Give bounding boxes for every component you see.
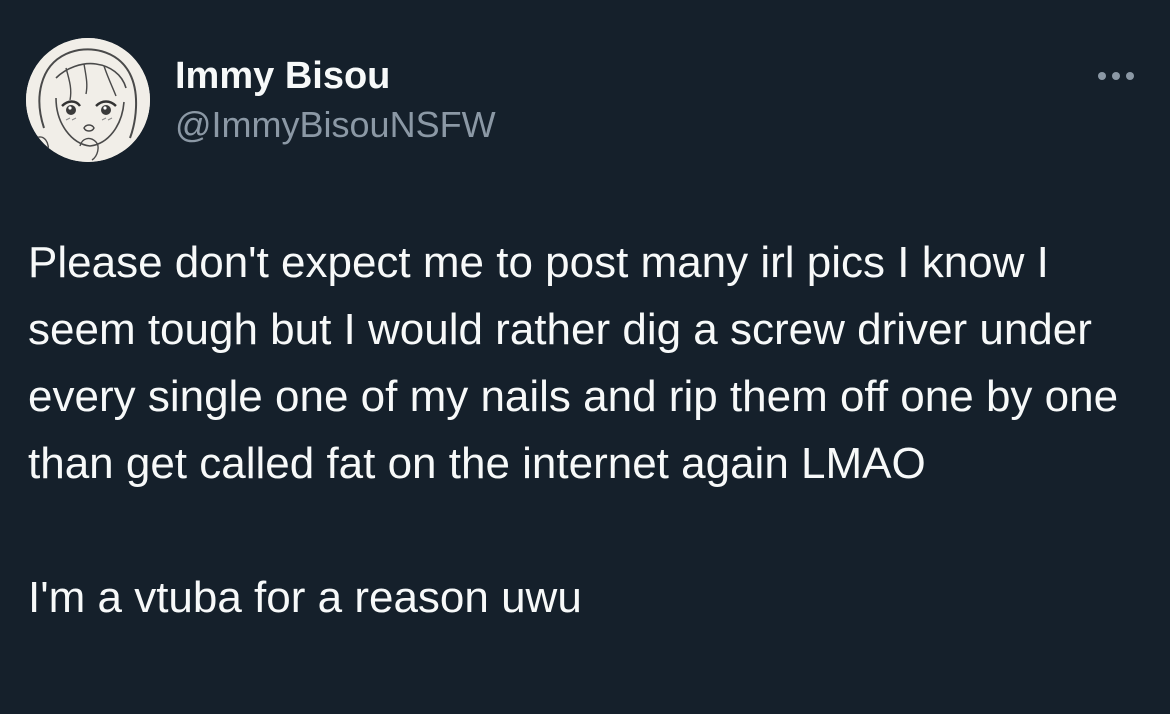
tweet-paragraph: Please don't expect me to post many irl … [28,238,1119,488]
tweet: Immy Bisou @ImmyBisouNSFW Please don't e… [0,0,1170,714]
avatar[interactable] [26,38,150,162]
author-display-name[interactable]: Immy Bisou [175,54,390,98]
anime-girl-avatar-icon [26,38,150,162]
more-options-icon-dot [1126,72,1134,80]
more-options-icon-dot [1112,72,1120,80]
more-options-icon [1098,72,1106,80]
tweet-paragraph: I'm a vtuba for a reason uwu [28,573,582,622]
more-options-button[interactable] [1086,60,1146,92]
tweet-text: Please don't expect me to post many irl … [28,229,1138,631]
author-handle[interactable]: @ImmyBisouNSFW [175,103,496,147]
